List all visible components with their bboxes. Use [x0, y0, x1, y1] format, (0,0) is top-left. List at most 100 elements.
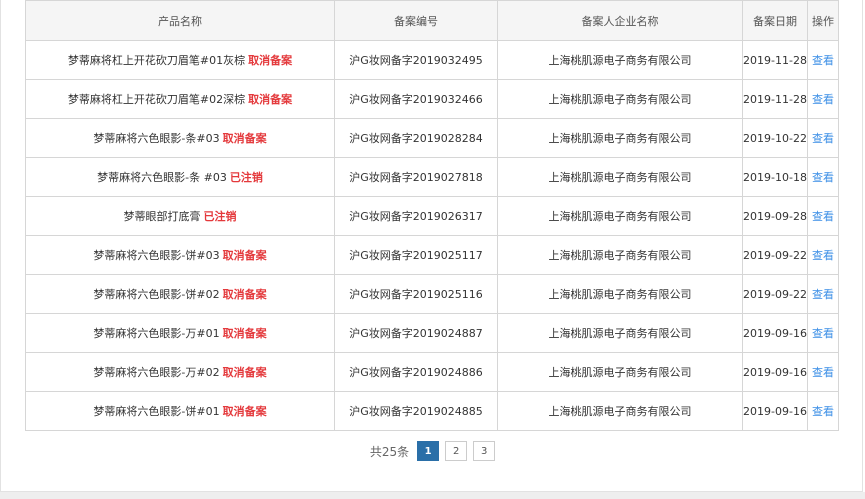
record-date-cell: 2019-09-22: [742, 235, 808, 275]
record-code-cell: 沪G妆网备字2019025116: [334, 274, 498, 314]
record-code-cell: 沪G妆网备字2019032495: [334, 40, 498, 80]
pagination: 共25条 1 2 3: [0, 440, 865, 462]
action-cell: 查看: [807, 118, 839, 158]
view-link[interactable]: 查看: [812, 210, 834, 223]
table-header-row: 产品名称 备案编号 备案人企业名称 备案日期 操作: [25, 0, 839, 41]
action-cell: 查看: [807, 352, 839, 392]
header-record-code: 备案编号: [334, 0, 498, 41]
company-name-cell: 上海桃肌源电子商务有限公司: [497, 352, 743, 392]
table-row: 梦蒂眼部打底膏 已注销 沪G妆网备字2019026317 上海桃肌源电子商务有限公司 2…: [25, 196, 839, 236]
product-name-cell: 梦蒂麻将杠上开花砍刀眉笔#01灰棕 取消备案: [25, 40, 335, 80]
product-name: 梦蒂麻将六色眼影-饼#02: [93, 288, 220, 301]
product-name: 梦蒂麻将六色眼影-条 #03: [97, 171, 227, 184]
header-action: 操作: [807, 0, 839, 41]
company-name-cell: 上海桃肌源电子商务有限公司: [497, 274, 743, 314]
product-name-cell: 梦蒂麻将六色眼影-万#01 取消备案: [25, 313, 335, 353]
table-row: 梦蒂麻将六色眼影-饼#03 取消备案 沪G妆网备字2019025117 上海桃肌源电子…: [25, 235, 839, 275]
header-product-name: 产品名称: [25, 0, 335, 41]
company-name-cell: 上海桃肌源电子商务有限公司: [497, 79, 743, 119]
record-code-cell: 沪G妆网备字2019028284: [334, 118, 498, 158]
action-cell: 查看: [807, 157, 839, 197]
view-link[interactable]: 查看: [812, 171, 834, 184]
action-cell: 查看: [807, 274, 839, 314]
total-count: 共25条: [369, 444, 410, 459]
product-name-cell: 梦蒂麻将六色眼影-饼#03 取消备案: [25, 235, 335, 275]
status-badge: 取消备案: [222, 249, 267, 262]
product-name-cell: 梦蒂眼部打底膏 已注销: [25, 196, 335, 236]
record-code-cell: 沪G妆网备字2019027818: [334, 157, 498, 197]
product-name: 梦蒂麻将六色眼影-饼#03: [93, 249, 220, 262]
view-link[interactable]: 查看: [812, 327, 834, 340]
company-name-cell: 上海桃肌源电子商务有限公司: [497, 40, 743, 80]
record-code-cell: 沪G妆网备字2019024885: [334, 391, 498, 431]
action-cell: 查看: [807, 196, 839, 236]
record-date-cell: 2019-09-22: [742, 274, 808, 314]
view-link[interactable]: 查看: [812, 54, 834, 67]
status-badge: 取消备案: [222, 366, 267, 379]
record-date-cell: 2019-09-28: [742, 196, 808, 236]
product-name: 梦蒂麻将六色眼影-饼#01: [93, 405, 220, 418]
table-row: 梦蒂麻将六色眼影-万#02 取消备案 沪G妆网备字2019024886 上海桃肌源电子…: [25, 352, 839, 392]
action-cell: 查看: [807, 79, 839, 119]
product-name: 梦蒂麻将六色眼影-万#01: [93, 327, 220, 340]
status-badge: 已注销: [203, 210, 237, 223]
action-cell: 查看: [807, 235, 839, 275]
view-link[interactable]: 查看: [812, 405, 834, 418]
record-date-cell: 2019-11-28: [742, 40, 808, 80]
footer-strip: [0, 492, 865, 499]
view-link[interactable]: 查看: [812, 93, 834, 106]
record-date-cell: 2019-09-16: [742, 352, 808, 392]
page-button-1[interactable]: 1: [417, 441, 440, 461]
product-name: 梦蒂麻将杠上开花砍刀眉笔#01灰棕: [67, 54, 246, 67]
table-row: 梦蒂麻将六色眼影-条#03 取消备案 沪G妆网备字2019028284 上海桃肌源电子…: [25, 118, 839, 158]
company-name-cell: 上海桃肌源电子商务有限公司: [497, 196, 743, 236]
record-date-cell: 2019-09-16: [742, 313, 808, 353]
view-link[interactable]: 查看: [812, 366, 834, 379]
page-button-2[interactable]: 2: [445, 441, 468, 461]
action-cell: 查看: [807, 391, 839, 431]
product-name-cell: 梦蒂麻将六色眼影-饼#01 取消备案: [25, 391, 335, 431]
company-name-cell: 上海桃肌源电子商务有限公司: [497, 391, 743, 431]
record-table: 产品名称 备案编号 备案人企业名称 备案日期 操作 梦蒂麻将杠上开花砍刀眉笔#0…: [25, 0, 839, 431]
product-name-cell: 梦蒂麻将六色眼影-条 #03 已注销: [25, 157, 335, 197]
product-name: 梦蒂麻将杠上开花砍刀眉笔#02深棕: [67, 93, 246, 106]
action-cell: 查看: [807, 40, 839, 80]
status-badge: 取消备案: [222, 327, 267, 340]
view-link[interactable]: 查看: [812, 132, 834, 145]
record-date-cell: 2019-10-22: [742, 118, 808, 158]
company-name-cell: 上海桃肌源电子商务有限公司: [497, 235, 743, 275]
status-badge: 取消备案: [248, 93, 293, 106]
status-badge: 取消备案: [222, 405, 267, 418]
status-badge: 取消备案: [222, 132, 267, 145]
record-code-cell: 沪G妆网备字2019032466: [334, 79, 498, 119]
page-button-3[interactable]: 3: [473, 441, 496, 461]
product-name: 梦蒂麻将六色眼影-条#03: [93, 132, 220, 145]
product-name-cell: 梦蒂麻将六色眼影-条#03 取消备案: [25, 118, 335, 158]
product-name-cell: 梦蒂麻将六色眼影-饼#02 取消备案: [25, 274, 335, 314]
company-name-cell: 上海桃肌源电子商务有限公司: [497, 157, 743, 197]
status-badge: 已注销: [229, 171, 263, 184]
view-link[interactable]: 查看: [812, 249, 834, 262]
header-record-date: 备案日期: [742, 0, 808, 41]
product-name: 梦蒂麻将六色眼影-万#02: [93, 366, 220, 379]
product-name-cell: 梦蒂麻将杠上开花砍刀眉笔#02深棕 取消备案: [25, 79, 335, 119]
company-name-cell: 上海桃肌源电子商务有限公司: [497, 313, 743, 353]
table-row: 梦蒂麻将杠上开花砍刀眉笔#02深棕 取消备案 沪G妆网备字2019032466 上海桃…: [25, 79, 839, 119]
record-code-cell: 沪G妆网备字2019024887: [334, 313, 498, 353]
view-link[interactable]: 查看: [812, 288, 834, 301]
table-row: 梦蒂麻将六色眼影-万#01 取消备案 沪G妆网备字2019024887 上海桃肌源电子…: [25, 313, 839, 353]
status-badge: 取消备案: [222, 288, 267, 301]
product-name-cell: 梦蒂麻将六色眼影-万#02 取消备案: [25, 352, 335, 392]
status-badge: 取消备案: [248, 54, 293, 67]
product-name: 梦蒂眼部打底膏: [123, 210, 201, 223]
company-name-cell: 上海桃肌源电子商务有限公司: [497, 118, 743, 158]
table-row: 梦蒂麻将六色眼影-饼#01 取消备案 沪G妆网备字2019024885 上海桃肌源电子…: [25, 391, 839, 431]
record-code-cell: 沪G妆网备字2019024886: [334, 352, 498, 392]
table-row: 梦蒂麻将六色眼影-饼#02 取消备案 沪G妆网备字2019025116 上海桃肌源电子…: [25, 274, 839, 314]
record-date-cell: 2019-09-16: [742, 391, 808, 431]
record-date-cell: 2019-10-18: [742, 157, 808, 197]
table-row: 梦蒂麻将六色眼影-条 #03 已注销 沪G妆网备字2019027818 上海桃肌源电子…: [25, 157, 839, 197]
table-row: 梦蒂麻将杠上开花砍刀眉笔#01灰棕 取消备案 沪G妆网备字2019032495 上海桃…: [25, 40, 839, 80]
record-date-cell: 2019-11-28: [742, 79, 808, 119]
action-cell: 查看: [807, 313, 839, 353]
